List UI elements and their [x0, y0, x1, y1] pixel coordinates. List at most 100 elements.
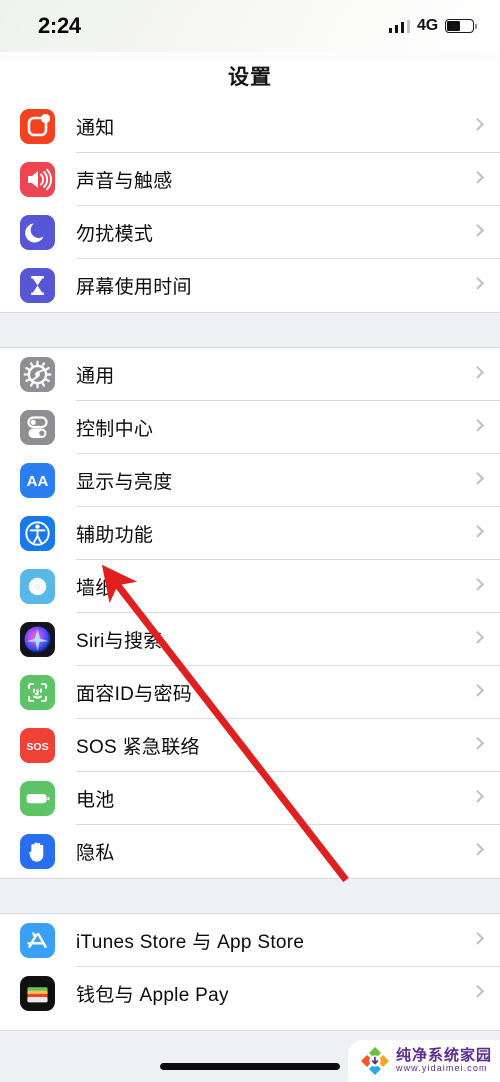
- settings-row[interactable]: 勿扰模式: [0, 206, 500, 259]
- page-title: 设置: [228, 66, 272, 89]
- settings-row-icon-wrap: [14, 357, 61, 392]
- settings-row-icon-wrap: [14, 162, 61, 197]
- siri-icon: [20, 622, 55, 657]
- settings-row-icon-wrap: [14, 923, 61, 958]
- chevron-right-icon: [471, 789, 485, 803]
- chevron-right-icon: [471, 842, 485, 856]
- settings-row[interactable]: 通用: [0, 348, 500, 401]
- settings-row-icon-wrap: [14, 268, 61, 303]
- svg-text:AA: AA: [27, 473, 49, 490]
- chevron-right-icon: [471, 223, 485, 237]
- chevron-right-icon: [471, 984, 485, 998]
- settings-row[interactable]: 面容ID与密码: [0, 666, 500, 719]
- settings-row[interactable]: 声音与触感: [0, 153, 500, 206]
- settings-row-icon-wrap: [14, 109, 61, 144]
- network-type-label: 4G: [417, 17, 438, 34]
- chevron-right-icon: [471, 524, 485, 538]
- group-notifications: 通知 声音与触感 勿扰模式 屏幕使用时间: [0, 100, 500, 312]
- settings-row-icon-wrap: [14, 834, 61, 869]
- settings-row-label: 钱包与 Apple Pay: [76, 985, 229, 1006]
- settings-row-label: iTunes Store 与 App Store: [76, 932, 305, 953]
- privacy-hand-icon: [20, 834, 55, 869]
- settings-row[interactable]: SOS SOS 紧急联络: [0, 719, 500, 772]
- chevron-right-icon: [471, 170, 485, 184]
- settings-row[interactable]: 钱包与 Apple Pay: [0, 967, 500, 1020]
- battery-icon: [20, 781, 55, 816]
- settings-row-label: Siri与搜索: [76, 631, 163, 652]
- display-brightness-icon: AA: [20, 463, 55, 498]
- chevron-right-icon: [471, 471, 485, 485]
- settings-row[interactable]: 屏幕使用时间: [0, 259, 500, 312]
- settings-row-label: 面容ID与密码: [76, 684, 193, 705]
- settings-row-icon-wrap: [14, 622, 61, 657]
- battery-icon: [445, 19, 477, 33]
- settings-row[interactable]: 墙纸: [0, 560, 500, 613]
- settings-row-icon-wrap: [14, 781, 61, 816]
- face-id-icon: [20, 675, 55, 710]
- wallpaper-icon: [20, 569, 55, 604]
- settings-row-icon-wrap: [14, 516, 61, 551]
- accessibility-icon: [20, 516, 55, 551]
- wallet-icon: [20, 976, 55, 1011]
- status-bar-clock: 2:24: [38, 13, 81, 38]
- settings-list[interactable]: 通知 声音与触感 勿扰模式 屏幕使用时间 通用 控制中心 AA 显示与亮度 辅助…: [0, 100, 500, 1020]
- settings-row-label: 通用: [76, 366, 115, 387]
- group-stores: iTunes Store 与 App Store 钱包与 Apple Pay: [0, 914, 500, 1020]
- chevron-right-icon: [471, 117, 485, 131]
- settings-row[interactable]: 通知: [0, 100, 500, 153]
- settings-row[interactable]: 控制中心: [0, 401, 500, 454]
- settings-row-icon-wrap: [14, 215, 61, 250]
- navigation-bar: 设置: [0, 52, 500, 100]
- settings-row-label: 声音与触感: [76, 171, 173, 192]
- screen-time-icon: [20, 268, 55, 303]
- home-indicator[interactable]: [160, 1063, 340, 1070]
- settings-row[interactable]: iTunes Store 与 App Store: [0, 914, 500, 967]
- chevron-right-icon: [471, 683, 485, 697]
- settings-row-icon-wrap: [14, 675, 61, 710]
- settings-row-icon-wrap: SOS: [14, 728, 61, 763]
- section-gap: [0, 312, 500, 348]
- chevron-right-icon: [471, 365, 485, 379]
- emergency-sos-icon: SOS: [20, 728, 55, 763]
- app-store-icon: [20, 923, 55, 958]
- chevron-right-icon: [471, 418, 485, 432]
- settings-row-label: 隐私: [76, 843, 115, 864]
- settings-row-icon-wrap: [14, 410, 61, 445]
- settings-row[interactable]: Siri与搜索: [0, 613, 500, 666]
- settings-row[interactable]: 辅助功能: [0, 507, 500, 560]
- settings-row-label: SOS 紧急联络: [76, 737, 200, 758]
- status-bar-indicators: 4G: [388, 17, 477, 35]
- section-gap: [0, 878, 500, 914]
- chevron-right-icon: [471, 931, 485, 945]
- settings-row-icon-wrap: [14, 569, 61, 604]
- chevron-right-icon: [471, 630, 485, 644]
- settings-row-label: 辅助功能: [76, 525, 154, 546]
- settings-row-label: 屏幕使用时间: [76, 277, 192, 298]
- chevron-right-icon: [471, 736, 485, 750]
- watermark: 纯净系统家园 www.yidaimei.com: [347, 1040, 500, 1082]
- control-center-icon: [20, 410, 55, 445]
- settings-row[interactable]: 电池: [0, 772, 500, 825]
- phone-screen: 2:24 4G 设置 通知 声音与触感 勿扰模式 屏幕使用时间 通用 控制中心 …: [0, 0, 500, 1082]
- settings-row-label: 电池: [76, 790, 115, 811]
- settings-row-label: 显示与亮度: [76, 472, 173, 493]
- watermark-logo-icon: [360, 1046, 390, 1076]
- settings-row-label: 勿扰模式: [76, 224, 154, 245]
- status-bar: 2:24 4G: [0, 0, 500, 52]
- settings-row-icon-wrap: AA: [14, 463, 61, 498]
- chevron-right-icon: [471, 577, 485, 591]
- do-not-disturb-icon: [20, 215, 55, 250]
- settings-row-label: 通知: [76, 118, 115, 139]
- sounds-haptics-icon: [20, 162, 55, 197]
- settings-row-label: 墙纸: [76, 578, 115, 599]
- settings-row[interactable]: 隐私: [0, 825, 500, 878]
- group-system: 通用 控制中心 AA 显示与亮度 辅助功能 墙纸 Siri与搜索 面容ID与密码…: [0, 348, 500, 878]
- settings-row-icon-wrap: [14, 976, 61, 1011]
- chevron-right-icon: [471, 276, 485, 290]
- watermark-url: www.yidaimei.com: [395, 1063, 488, 1074]
- settings-row-label: 控制中心: [76, 419, 154, 440]
- settings-row[interactable]: AA 显示与亮度: [0, 454, 500, 507]
- general-gear-icon: [20, 357, 55, 392]
- svg-text:SOS: SOS: [26, 741, 48, 753]
- watermark-title: 纯净系统家园: [395, 1047, 492, 1065]
